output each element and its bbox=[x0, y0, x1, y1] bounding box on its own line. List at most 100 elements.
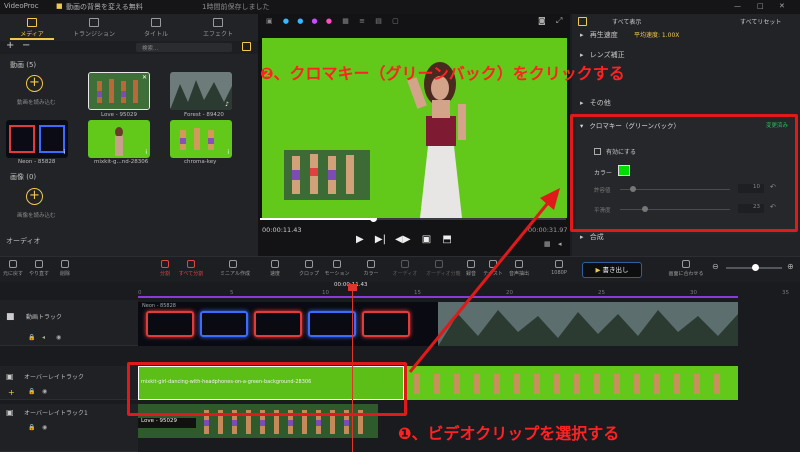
audio-detach-button[interactable]: オーディオ分離 bbox=[426, 260, 461, 277]
overlay-track-header: ▣ オーバーレイトラック + 🔒 ◉ bbox=[0, 366, 138, 400]
audio-button[interactable]: オーディオ bbox=[392, 260, 418, 277]
fullscreen-icon[interactable]: ⤢ bbox=[556, 16, 562, 26]
eye-icon[interactable]: ◉ bbox=[42, 424, 47, 431]
import-image-icon[interactable]: + bbox=[26, 188, 43, 205]
motion-button[interactable]: モーション bbox=[324, 260, 350, 277]
total-time: 00:00:31.97 bbox=[528, 226, 568, 234]
add-track-icon[interactable]: + bbox=[8, 388, 15, 397]
panel-toggle-icon[interactable] bbox=[242, 42, 251, 51]
eye-icon[interactable]: ◉ bbox=[42, 388, 47, 395]
mini-create-button[interactable]: ミニアル作成 bbox=[220, 260, 250, 277]
scissors-icon bbox=[161, 260, 169, 268]
next-frame-icon[interactable]: ▶| bbox=[375, 234, 386, 245]
split-button[interactable]: 分割 bbox=[152, 260, 178, 277]
volume-icon[interactable]: ◂ bbox=[558, 240, 562, 248]
lock-icon[interactable]: 🔒 bbox=[28, 334, 35, 341]
undo-button[interactable]: 元に戻す bbox=[0, 260, 26, 277]
tab-title[interactable]: タイトル bbox=[126, 14, 186, 40]
tab-transition[interactable]: トランジション bbox=[64, 14, 124, 40]
extract-audio-button[interactable]: 音声抽出 bbox=[506, 260, 532, 277]
resolution-button[interactable]: 1080P bbox=[546, 260, 572, 276]
snapshot-icon[interactable]: ◙ bbox=[538, 16, 546, 25]
align-icon[interactable]: ≡ bbox=[359, 17, 365, 25]
minimize-icon[interactable]: — bbox=[734, 2, 741, 10]
extract-icon bbox=[515, 260, 523, 268]
split-all-button[interactable]: すべて分割 bbox=[178, 260, 204, 277]
audio-section-label[interactable]: オーディオ bbox=[6, 236, 41, 246]
video-track[interactable]: Neon - 85828 bbox=[138, 302, 738, 346]
image-section-label[interactable]: 画像 (0) bbox=[10, 172, 36, 182]
composite-row[interactable]: ▸ 合成 bbox=[580, 232, 604, 242]
forest-clip[interactable] bbox=[438, 302, 738, 346]
delete-button[interactable]: 削除 bbox=[52, 260, 78, 277]
other-row[interactable]: ▸ その他 bbox=[580, 98, 611, 108]
grid-icon[interactable]: ▦ bbox=[342, 17, 349, 25]
dancers-thumbnail bbox=[89, 73, 149, 109]
speed-row[interactable]: ▸ 再生速度 平均速度: 1.00X bbox=[580, 30, 679, 40]
import-video-icon[interactable]: + bbox=[26, 75, 43, 92]
close-icon[interactable]: ✕ bbox=[779, 2, 785, 10]
video-section-label[interactable]: 動画 (5) bbox=[10, 60, 36, 70]
clip-caption-mixkit: mixkit-g...nd-28306 bbox=[94, 159, 149, 165]
import-image-label[interactable]: 画像を読み込む bbox=[17, 211, 56, 219]
lens-correction-row[interactable]: ▸ レンズ補正 bbox=[580, 50, 625, 60]
zoom-in-icon[interactable]: ⊕ bbox=[787, 262, 794, 271]
import-video-label[interactable]: 動画を読み込む bbox=[17, 98, 56, 106]
speed-icon bbox=[271, 260, 279, 268]
media-clip-mixkit[interactable]: i bbox=[88, 120, 150, 158]
fit-icon[interactable]: ⬒ bbox=[442, 234, 451, 245]
media-icon bbox=[27, 18, 37, 27]
chevron-right-icon: ▸ bbox=[580, 99, 584, 107]
media-clip-neon[interactable]: i bbox=[6, 120, 68, 158]
delete-icon[interactable]: ✕ bbox=[142, 74, 147, 81]
lock-icon[interactable]: 🔒 bbox=[28, 388, 35, 395]
timeline-ruler[interactable]: 0 5 10 15 20 25 30 35 00:00:11.43 bbox=[0, 282, 800, 298]
preview-progress-track[interactable] bbox=[260, 218, 566, 220]
maximize-icon[interactable]: □ bbox=[757, 2, 764, 10]
remove-icon[interactable]: − bbox=[22, 40, 30, 51]
reset-all-button[interactable]: すべてリセット bbox=[740, 17, 781, 26]
playhead-handle[interactable] bbox=[348, 284, 357, 291]
loop-icon[interactable]: ▣ bbox=[422, 234, 431, 245]
tab-media[interactable]: メディア bbox=[2, 14, 62, 40]
mask-blue-icon[interactable]: ● bbox=[283, 17, 289, 25]
title-bar: VideoProc ■ 動画の背景を変える無料 1時間前保存しました — □ ✕ bbox=[0, 0, 800, 14]
fit-timeline-button[interactable]: 画面に合わせる bbox=[666, 260, 706, 277]
zoom-handle[interactable] bbox=[752, 264, 759, 271]
eye-icon[interactable]: ◉ bbox=[56, 334, 61, 341]
forest-thumbnail bbox=[170, 72, 232, 110]
add-icon[interactable]: + bbox=[6, 40, 14, 51]
export-button[interactable]: ▶ 書き出し bbox=[582, 262, 642, 278]
speed-button[interactable]: 速度 bbox=[262, 260, 288, 277]
mask-purple-icon[interactable]: ● bbox=[312, 17, 318, 25]
crop-button[interactable]: クロップ bbox=[296, 260, 322, 277]
media-clip-love[interactable]: ✕ bbox=[88, 72, 150, 110]
frame-icon[interactable]: ▢ bbox=[392, 17, 399, 25]
mask-pink-icon[interactable]: ● bbox=[326, 17, 332, 25]
media-clip-forest[interactable]: ♪ bbox=[170, 72, 232, 110]
tab-show-all[interactable]: すべて表示 bbox=[612, 17, 641, 26]
crop-icon[interactable]: ▣ bbox=[266, 17, 273, 25]
work-area-bar[interactable] bbox=[138, 296, 738, 298]
media-panel: メディア トランジション タイトル エフェクト + − 検索... 動画 (5)… bbox=[0, 14, 258, 256]
text-icon bbox=[489, 260, 497, 268]
color-button[interactable]: カラー bbox=[358, 260, 384, 277]
settings-icon[interactable]: ▦ bbox=[544, 240, 551, 248]
search-input[interactable]: 検索... bbox=[136, 43, 232, 52]
inspector-toggle-icon[interactable] bbox=[578, 17, 587, 26]
play-icon[interactable]: ▶ bbox=[356, 234, 364, 245]
mask-cyan-icon[interactable]: ● bbox=[297, 17, 303, 25]
media-clip-chroma-key[interactable]: i bbox=[170, 120, 232, 158]
tab-effect[interactable]: エフェクト bbox=[188, 14, 248, 40]
chevron-right-icon: ▸ bbox=[580, 31, 584, 39]
redo-button[interactable]: やり直す bbox=[26, 260, 52, 277]
text-button[interactable]: テキスト bbox=[480, 260, 506, 277]
layout-icon[interactable]: ▤ bbox=[375, 17, 382, 25]
jump-icon[interactable]: ◀▶ bbox=[395, 234, 410, 245]
neon-clip[interactable]: Neon - 85828 bbox=[138, 302, 438, 346]
zoom-out-icon[interactable]: ⊖ bbox=[712, 262, 719, 271]
audio-detach-icon bbox=[435, 260, 443, 268]
active-tab-underline bbox=[10, 38, 54, 40]
lock-icon[interactable]: 🔒 bbox=[28, 424, 35, 431]
audio-icon[interactable]: ◂ bbox=[42, 334, 45, 341]
